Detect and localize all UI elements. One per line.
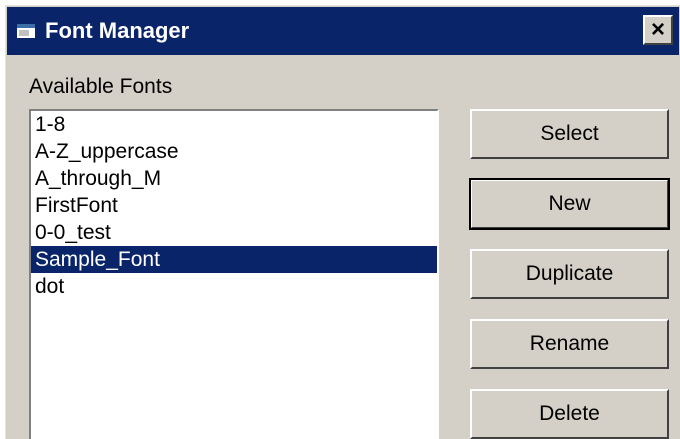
title-bar[interactable]: Font Manager × bbox=[7, 7, 679, 55]
font-list-item[interactable]: dot bbox=[31, 273, 437, 300]
available-fonts-label: Available Fonts bbox=[29, 75, 173, 98]
window-title: Font Manager bbox=[45, 18, 190, 43]
select-button[interactable]: Select bbox=[470, 109, 669, 159]
app-window-icon bbox=[17, 24, 35, 38]
close-icon: × bbox=[650, 16, 665, 43]
font-list-item[interactable]: FirstFont bbox=[31, 192, 437, 219]
duplicate-button[interactable]: Duplicate bbox=[470, 249, 669, 299]
new-button[interactable]: New bbox=[469, 178, 670, 230]
font-list-item[interactable]: 1-8 bbox=[31, 111, 437, 138]
font-list-item[interactable]: A_through_M bbox=[31, 165, 437, 192]
font-list-item[interactable]: A-Z_uppercase bbox=[31, 138, 437, 165]
font-list-item[interactable]: Sample_Font bbox=[31, 246, 437, 273]
delete-button[interactable]: Delete bbox=[470, 389, 669, 439]
font-listbox[interactable]: 1-8 A-Z_uppercase A_through_M FirstFont 0-0_… bbox=[29, 109, 439, 439]
close-button[interactable]: × bbox=[643, 15, 673, 45]
font-list-item[interactable]: 0-0_test bbox=[31, 219, 437, 246]
rename-button[interactable]: Rename bbox=[470, 319, 669, 369]
font-manager-dialog: Font Manager × Available Fonts 1-8 A-Z_up… bbox=[4, 4, 680, 439]
